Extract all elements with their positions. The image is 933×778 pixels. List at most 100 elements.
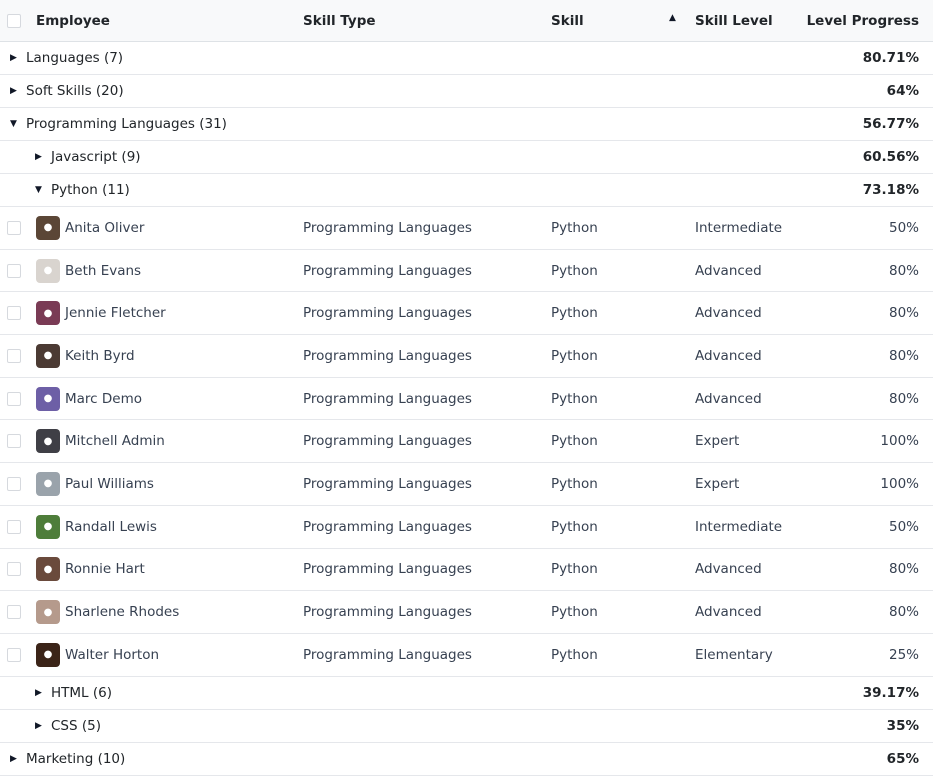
table-row[interactable]: ● Paul Williams Programming Languages Pytho… xyxy=(0,463,933,506)
group-name: Python (11) xyxy=(51,182,130,198)
row-checkbox[interactable] xyxy=(7,263,21,278)
sort-ascending-icon[interactable]: ▲ xyxy=(669,13,676,23)
group-label[interactable]: ▼ Python (11) xyxy=(35,182,130,198)
caret-right-icon[interactable]: ▶ xyxy=(35,688,51,698)
employee-name: Randall Lewis xyxy=(65,518,157,535)
group-progress: 39.17% xyxy=(862,684,919,701)
table-row[interactable]: ● Keith Byrd Programming Languages Python Ad… xyxy=(0,335,933,378)
row-checkbox[interactable] xyxy=(7,434,21,449)
column-header-skill-type[interactable]: Skill Type xyxy=(303,13,376,29)
row-checkbox[interactable] xyxy=(7,348,21,363)
group-row[interactable]: ▶ Marketing (10) 65% xyxy=(0,743,933,776)
group-progress: 60.56% xyxy=(862,149,919,165)
table-row[interactable]: ● Marc Demo Programming Languages Python Adv… xyxy=(0,378,933,421)
level-progress-cell: 100% xyxy=(880,433,919,450)
caret-right-icon[interactable]: ▶ xyxy=(35,721,51,731)
skill-type-cell: Programming Languages xyxy=(303,262,472,279)
group-progress: 73.18% xyxy=(862,182,919,198)
group-label[interactable]: ▶ Soft Skills (20) xyxy=(10,83,124,99)
table-row[interactable]: ● Walter Horton Programming Languages Pytho… xyxy=(0,634,933,677)
group-label[interactable]: ▶ Marketing (10) xyxy=(10,751,125,767)
column-header-employee[interactable]: Employee xyxy=(36,13,110,29)
skill-cell: Python xyxy=(551,475,598,492)
table-row[interactable]: ● Randall Lewis Programming Languages Pytho… xyxy=(0,506,933,549)
table-row[interactable]: ● Anita Oliver Programming Languages Python… xyxy=(0,207,933,250)
skill-type-cell: Programming Languages xyxy=(303,305,472,322)
group-row[interactable]: ▶ HTML (6) 39.17% xyxy=(0,677,933,710)
employee-cell[interactable]: ● Anita Oliver xyxy=(36,215,145,240)
skill-type-cell: Programming Languages xyxy=(303,518,472,535)
group-label[interactable]: ▶ CSS (5) xyxy=(35,718,101,734)
caret-right-icon[interactable]: ▶ xyxy=(35,152,51,162)
skills-list-table: Employee Skill Type Skill ▲ Skill Level … xyxy=(0,0,933,776)
group-progress: 56.77% xyxy=(862,116,919,132)
row-checkbox[interactable] xyxy=(7,220,21,235)
employee-cell[interactable]: ● Randall Lewis xyxy=(36,514,157,539)
group-row[interactable]: ▶ Javascript (9) 60.56% xyxy=(0,141,933,174)
avatar: ● xyxy=(36,471,60,496)
table-row[interactable]: ● Ronnie Hart Programming Languages Python A… xyxy=(0,549,933,592)
level-progress-cell: 80% xyxy=(888,390,919,407)
skill-cell: Python xyxy=(551,646,598,663)
row-checkbox[interactable] xyxy=(7,306,21,321)
table-row[interactable]: ● Beth Evans Programming Languages Python Ad… xyxy=(0,250,933,293)
employee-cell[interactable]: ● Beth Evans xyxy=(36,258,141,283)
skill-level-cell: Intermediate xyxy=(695,518,783,535)
skill-type-cell: Programming Languages xyxy=(303,475,472,492)
employee-cell[interactable]: ● Paul Williams xyxy=(36,471,154,496)
group-label[interactable]: ▶ Javascript (9) xyxy=(35,149,141,165)
employee-name: Ronnie Hart xyxy=(65,561,145,578)
avatar: ● xyxy=(36,642,60,667)
group-row[interactable]: ▼ Programming Languages (31) 56.77% xyxy=(0,108,933,141)
employee-cell[interactable]: ● Keith Byrd xyxy=(36,343,135,368)
row-checkbox[interactable] xyxy=(7,562,21,577)
group-row[interactable]: ▼ Python (11) 73.18% xyxy=(0,174,933,207)
employee-cell[interactable]: ● Ronnie Hart xyxy=(36,557,145,582)
group-progress: 80.71% xyxy=(862,50,919,66)
skill-cell: Python xyxy=(551,262,598,279)
caret-right-icon[interactable]: ▶ xyxy=(10,53,26,63)
group-label[interactable]: ▼ Programming Languages (31) xyxy=(10,116,227,132)
caret-down-icon[interactable]: ▼ xyxy=(10,119,26,129)
row-checkbox[interactable] xyxy=(7,476,21,491)
skill-level-cell: Elementary xyxy=(695,646,773,663)
level-progress-cell: 80% xyxy=(888,347,919,364)
select-all-checkbox[interactable] xyxy=(7,13,21,28)
column-header-skill[interactable]: Skill xyxy=(551,13,584,29)
level-progress-cell: 50% xyxy=(888,219,919,236)
skill-cell: Python xyxy=(551,305,598,322)
table-row[interactable]: ● Mitchell Admin Programming Languages Pyth… xyxy=(0,420,933,464)
avatar: ● xyxy=(36,429,60,454)
employee-cell[interactable]: ● Walter Horton xyxy=(36,642,160,667)
level-progress-cell: 100% xyxy=(880,475,919,492)
column-header-level-progress[interactable]: Level Progress xyxy=(807,13,919,29)
skill-level-cell: Advanced xyxy=(695,262,762,279)
employee-cell[interactable]: ● Marc Demo xyxy=(36,386,142,411)
group-name: Programming Languages (31) xyxy=(26,116,227,132)
group-name: Javascript (9) xyxy=(51,149,141,165)
employee-name: Anita Oliver xyxy=(65,219,145,236)
group-row[interactable]: ▶ Soft Skills (20) 64% xyxy=(0,75,933,108)
group-label[interactable]: ▶ HTML (6) xyxy=(35,685,112,701)
employee-name: Walter Horton xyxy=(65,646,160,663)
group-row[interactable]: ▶ Languages (7) 80.71% xyxy=(0,42,933,75)
row-checkbox[interactable] xyxy=(7,391,21,406)
row-checkbox[interactable] xyxy=(7,647,21,662)
avatar: ● xyxy=(36,301,60,326)
row-checkbox[interactable] xyxy=(7,519,21,534)
column-header-skill-level[interactable]: Skill Level xyxy=(695,13,773,29)
caret-right-icon[interactable]: ▶ xyxy=(10,86,26,96)
row-checkbox[interactable] xyxy=(7,605,21,620)
caret-down-icon[interactable]: ▼ xyxy=(35,185,51,195)
employee-cell[interactable]: ● Sharlene Rhodes xyxy=(36,600,179,625)
table-row[interactable]: ● Jennie Fletcher Programming Languages Pyt… xyxy=(0,292,933,336)
skill-cell: Python xyxy=(551,433,598,450)
table-row[interactable]: ● Sharlene Rhodes Programming Languages Pyt… xyxy=(0,591,933,634)
level-progress-cell: 80% xyxy=(888,262,919,279)
group-label[interactable]: ▶ Languages (7) xyxy=(10,50,123,66)
group-row[interactable]: ▶ CSS (5) 35% xyxy=(0,710,933,743)
employee-name: Keith Byrd xyxy=(65,347,135,364)
employee-cell[interactable]: ● Jennie Fletcher xyxy=(36,301,166,326)
employee-cell[interactable]: ● Mitchell Admin xyxy=(36,429,165,454)
caret-right-icon[interactable]: ▶ xyxy=(10,754,26,764)
